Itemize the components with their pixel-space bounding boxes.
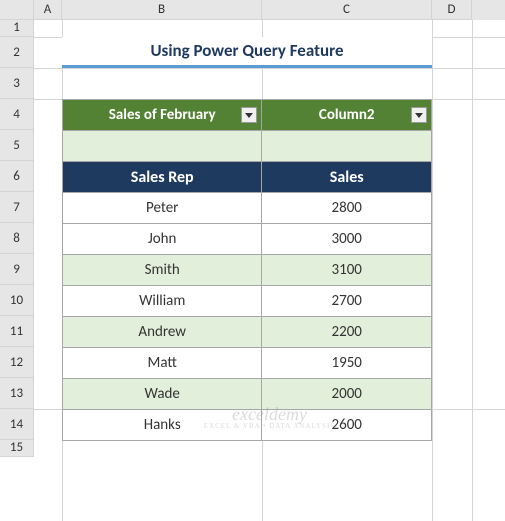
table-cell-rep[interactable]: Andrew xyxy=(63,317,262,348)
table-header-col1[interactable]: Sales of February xyxy=(63,100,262,131)
row-header-10[interactable]: 10 xyxy=(0,285,34,316)
row-header-2[interactable]: 2 xyxy=(0,37,34,68)
table-cell-rep[interactable]: Wade xyxy=(63,379,262,410)
table-cell-rep[interactable]: William xyxy=(63,286,262,317)
table-cell-sales[interactable]: 2600 xyxy=(262,410,432,441)
table-cell-rep[interactable]: Hanks xyxy=(63,410,262,441)
data-table: Sales of February Column2 Sales Rep Sale… xyxy=(62,99,432,441)
table-cell-sales[interactable]: 2800 xyxy=(262,193,432,224)
row-header-8[interactable]: 8 xyxy=(0,223,34,254)
row-header-5[interactable]: 5 xyxy=(0,130,34,161)
row-header-14[interactable]: 14 xyxy=(0,409,34,440)
row-header-15[interactable]: 15 xyxy=(0,440,34,457)
table-header-col1-label: Sales of February xyxy=(109,106,216,124)
col-header-B[interactable]: B xyxy=(62,0,262,20)
row-header-4[interactable]: 4 xyxy=(0,99,34,130)
empty-cell[interactable] xyxy=(262,131,432,162)
row-header-1[interactable]: 1 xyxy=(0,20,34,37)
row-header-3[interactable]: 3 xyxy=(0,68,34,99)
filter-dropdown-icon[interactable] xyxy=(411,107,427,123)
table-cell-sales[interactable]: 3000 xyxy=(262,224,432,255)
col-header-D[interactable]: D xyxy=(432,0,472,20)
row-headers: 1 2 3 4 5 6 7 8 9 10 11 12 13 14 15 xyxy=(0,20,34,457)
subheader-rep[interactable]: Sales Rep xyxy=(63,162,262,193)
select-all-corner[interactable] xyxy=(0,0,34,20)
filter-dropdown-icon[interactable] xyxy=(241,107,257,123)
table-cell-rep[interactable]: Peter xyxy=(63,193,262,224)
table-cell-sales[interactable]: 2000 xyxy=(262,379,432,410)
table-cell-rep[interactable]: Smith xyxy=(63,255,262,286)
row-header-13[interactable]: 13 xyxy=(0,378,34,409)
column-headers: A B C D xyxy=(0,0,505,20)
table-header-col2[interactable]: Column2 xyxy=(262,100,432,131)
row-header-7[interactable]: 7 xyxy=(0,192,34,223)
table-header-col2-label: Column2 xyxy=(319,106,375,124)
table-cell-sales[interactable]: 2700 xyxy=(262,286,432,317)
table-cell-sales[interactable]: 1950 xyxy=(262,348,432,379)
table-cell-rep[interactable]: John xyxy=(63,224,262,255)
row-header-11[interactable]: 11 xyxy=(0,316,34,347)
row-header-9[interactable]: 9 xyxy=(0,254,34,285)
spreadsheet: A B C D 1 2 3 4 5 6 7 8 9 10 11 12 13 14… xyxy=(0,0,505,521)
row-header-6[interactable]: 6 xyxy=(0,161,34,192)
col-header-A[interactable]: A xyxy=(34,0,62,20)
cell-grid[interactable]: Using Power Query Feature Sales of Febru… xyxy=(34,20,505,521)
page-title: Using Power Query Feature xyxy=(62,37,432,68)
table-cell-sales[interactable]: 3100 xyxy=(262,255,432,286)
table-cell-sales[interactable]: 2200 xyxy=(262,317,432,348)
col-header-C[interactable]: C xyxy=(262,0,432,20)
table-cell-rep[interactable]: Matt xyxy=(63,348,262,379)
empty-cell[interactable] xyxy=(63,131,262,162)
row-header-12[interactable]: 12 xyxy=(0,347,34,378)
subheader-sales[interactable]: Sales xyxy=(262,162,432,193)
